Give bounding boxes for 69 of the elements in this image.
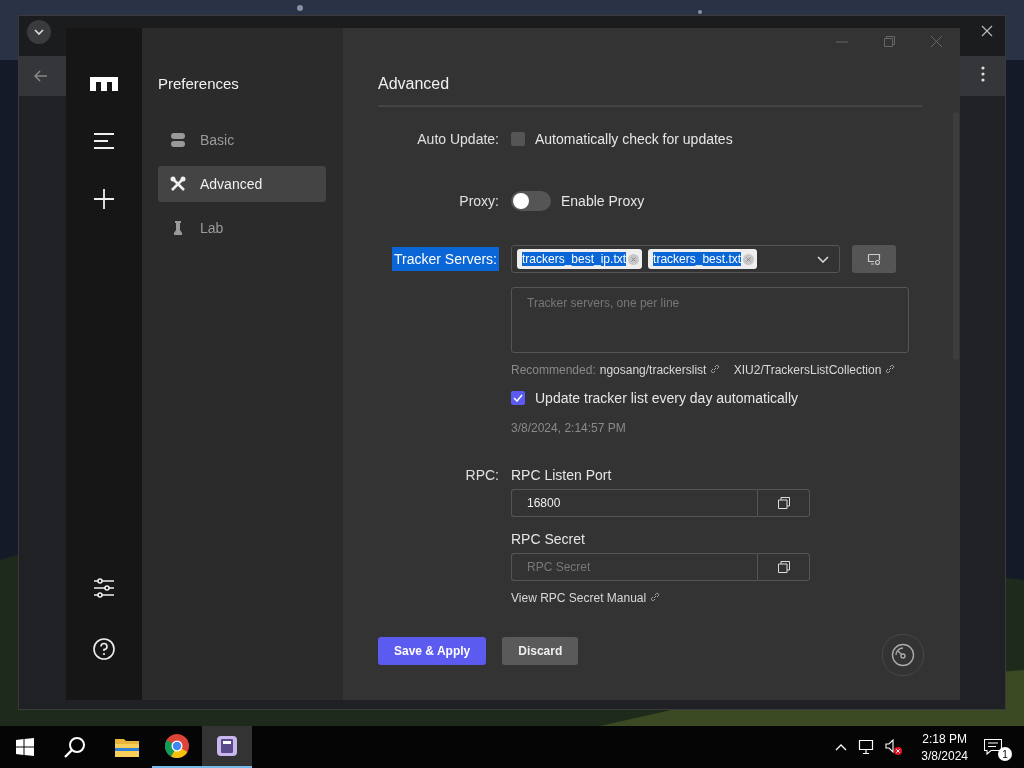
menu-icon[interactable] (93, 133, 115, 149)
help-icon[interactable] (93, 638, 115, 660)
logo-icon (90, 77, 118, 91)
folder-icon (115, 737, 139, 757)
link[interactable]: ngosang/trackerslist (599, 363, 720, 377)
speedometer-icon (891, 643, 915, 667)
muted-speaker-icon[interactable] (885, 739, 904, 755)
copy-button[interactable] (757, 489, 810, 517)
more-icon[interactable] (981, 66, 985, 82)
app-icon (216, 735, 238, 757)
tools-icon (170, 176, 186, 192)
field-label: RPC: (464, 467, 499, 483)
copy-button[interactable] (757, 553, 810, 581)
back-arrow-icon[interactable] (34, 70, 48, 82)
rpc-secret-field[interactable]: RPC Secret (511, 553, 757, 581)
network-icon[interactable] (857, 739, 876, 755)
close-icon[interactable] (981, 25, 993, 37)
rpc-port-field[interactable]: 16800 (511, 489, 757, 517)
speedometer-button[interactable] (882, 634, 924, 676)
link[interactable]: XIU2/TrackersListCollection (733, 363, 895, 377)
chevron-down-icon (34, 29, 44, 35)
link-icon (649, 592, 660, 602)
nav-item[interactable]: Basic (158, 122, 326, 158)
settings-icon[interactable] (93, 578, 115, 598)
tracker-select[interactable]: trackers_best_ip.txt trackers_best.txt (511, 245, 840, 273)
discard-button[interactable]: Discard (502, 637, 579, 665)
monitor-sync-icon (867, 253, 881, 265)
tag[interactable]: trackers_best_ip.txt (517, 249, 643, 269)
save-button[interactable]: Save & Apply (378, 637, 487, 665)
checkbox[interactable] (511, 132, 525, 146)
switch-label: Enable Proxy (561, 193, 645, 209)
field-label: Tracker Servers: (392, 247, 499, 271)
clock-time[interactable]: 2:18 PM (922, 731, 967, 746)
field-label: RPC Listen Port (511, 467, 612, 483)
toggle-icon (170, 132, 186, 148)
nav-item[interactable]: Lab (158, 210, 326, 246)
clock-date[interactable]: 3/8/2024 (921, 748, 968, 763)
field-label: RPC Secret (511, 531, 585, 547)
tag[interactable]: trackers_best.txt (648, 249, 758, 269)
search-icon[interactable] (64, 736, 86, 758)
last-updated-text: 3/8/2024, 2:14:57 PM (511, 421, 626, 435)
plus-icon[interactable] (94, 189, 114, 209)
link-icon (884, 364, 895, 374)
field-label: Auto Update: (416, 131, 499, 147)
tab-list-button[interactable] (27, 20, 51, 44)
recommended-label: Recommended: (511, 363, 596, 377)
checkbox-label: Update tracker list every day automatically (535, 390, 798, 406)
sync-button[interactable] (852, 245, 896, 273)
cube-icon (777, 561, 790, 573)
chevron-up-icon[interactable] (835, 743, 848, 751)
cube-icon (777, 497, 790, 509)
taskbar-app[interactable] (202, 726, 252, 768)
page-heading: Advanced (378, 75, 922, 107)
browser-icon (165, 734, 189, 758)
field-label: Proxy: (458, 193, 499, 209)
link-icon (709, 364, 720, 374)
checkbox[interactable] (511, 391, 525, 405)
checkbox-label: Automatically check for updates (535, 131, 733, 147)
scrollbar[interactable] (953, 112, 959, 360)
tracker-servers-field[interactable]: Tracker servers, one per line (511, 287, 909, 353)
message-icon (984, 739, 1002, 755)
toggle-switch[interactable] (511, 191, 551, 211)
windows-start-icon[interactable] (16, 738, 34, 756)
chevron-down-icon[interactable] (817, 255, 829, 263)
nav-item[interactable]: Advanced (158, 166, 326, 202)
notifications-button[interactable]: 1 (984, 735, 1010, 759)
link[interactable]: View RPC Secret Manual (511, 591, 660, 605)
notification-count: 1 (998, 747, 1012, 761)
panel-title: Preferences (158, 75, 240, 92)
